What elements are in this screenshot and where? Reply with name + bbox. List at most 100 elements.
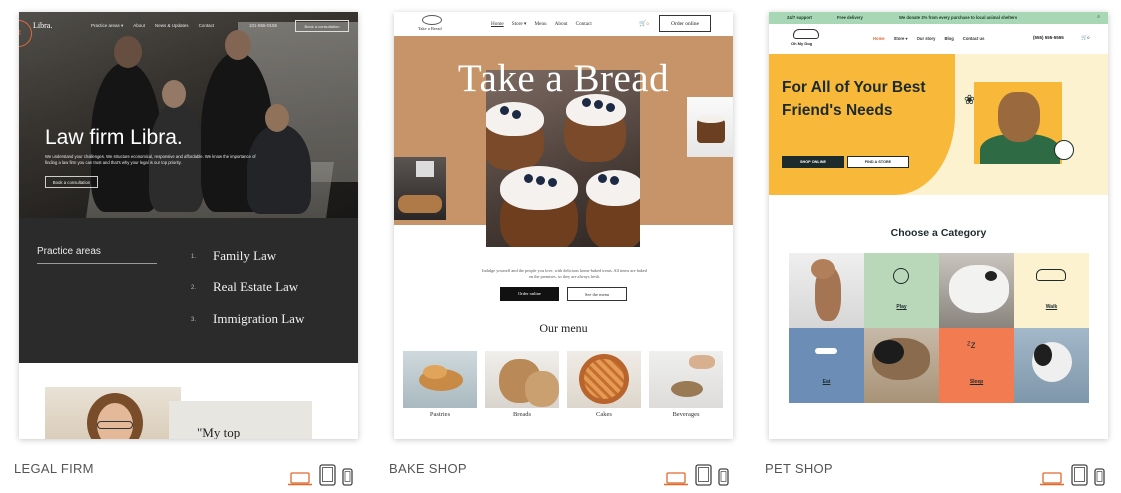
pet-nav-blog: Blog	[944, 36, 954, 41]
legal-hero-cta: Book a consultation	[45, 176, 98, 188]
bake-nav-menu-link: Menu	[534, 21, 547, 27]
legal-practice-section: Practice areas 1. Family Law 2. Real Estat…	[19, 218, 358, 363]
mobile-icon[interactable]	[718, 468, 729, 486]
legal-nav-about: About	[133, 23, 146, 28]
bake-nav-menu: Home Store ▾ Menu About Contact	[491, 21, 592, 27]
template-caption-bake: BAKE SHOP	[389, 461, 467, 476]
pet-category-tile-dog-beach	[864, 328, 939, 403]
bake-product-label: Beverages	[672, 411, 700, 418]
bake-product-label: Pastries	[429, 411, 451, 418]
cart-icon: 🛒0	[639, 21, 649, 27]
bake-nav-about: About	[554, 21, 568, 27]
legal-hero-title: Law firm Libra.	[45, 126, 183, 149]
legal-hero-text: We understand your challenges. We struct…	[45, 154, 256, 165]
legal-logo: Libra.	[33, 21, 53, 30]
legal-testimonial-photo	[45, 387, 181, 439]
device-switcher-bake	[663, 460, 729, 486]
pet-topbar-delivery: Free delivery	[837, 15, 863, 20]
bake-order-button: Order online	[659, 15, 711, 32]
pet-category-tile-play: Play	[864, 253, 939, 328]
bake-side-photo-cake	[687, 97, 733, 157]
tablet-icon[interactable]	[319, 464, 336, 486]
tablet-icon[interactable]	[1071, 464, 1088, 486]
bone-icon	[815, 348, 837, 354]
legal-nav-contact: Contact	[198, 23, 215, 28]
pet-find-store-button: FIND A STORE	[847, 156, 909, 168]
bake-product-photo-cakes	[567, 351, 641, 408]
bake-navbar: Take a Bread Home Store ▾ Menu About Con…	[394, 12, 733, 36]
pet-category-tile-eat: Eat	[789, 328, 864, 403]
pet-badge-icon	[1054, 140, 1074, 160]
device-switcher-legal	[287, 460, 353, 486]
legal-nav-menu: Practice areas ▾ About News & Updates Co…	[91, 23, 214, 29]
pet-category-title: Choose a Category	[890, 227, 987, 239]
legal-book-button: Book a consultation	[295, 20, 349, 32]
desktop-icon[interactable]	[1039, 472, 1065, 486]
ball-icon	[893, 268, 909, 284]
pet-logo: Oh My Dog	[791, 41, 813, 46]
list-item: 3. Immigration Law	[191, 311, 305, 326]
template-card-pet-shop[interactable]: 24/7 support Free delivery We donate 3% …	[769, 12, 1108, 439]
bake-nav-store: Store ▾	[511, 21, 527, 27]
list-item: 2. Real Estate Law	[191, 279, 299, 294]
pet-hero-dog-photo	[974, 82, 1062, 164]
bake-intro-text: Indulge yourself and the people you love…	[482, 268, 647, 279]
template-caption-pet: PET SHOP	[765, 461, 833, 476]
bake-menu-title: Our menu	[539, 321, 588, 335]
bake-product-photo-breads	[485, 351, 559, 408]
pet-category-label: Sleep	[969, 379, 984, 385]
legal-quote-box: "My top	[169, 401, 312, 439]
mobile-icon[interactable]	[1094, 468, 1105, 486]
legal-nav-news: News & Updates	[155, 23, 189, 28]
legal-phone: 101-555-0155	[249, 23, 278, 28]
dog-icon	[1036, 269, 1066, 281]
legal-practice-heading: Practice areas	[37, 246, 101, 257]
legal-testimonial-section: "My top	[19, 363, 358, 439]
search-icon: ⌕	[1097, 14, 1100, 20]
pet-nav-menu: Home Store ▾ Our story Blog Contact us	[873, 36, 984, 41]
bake-product-label: Breads	[512, 411, 532, 418]
sleep-icon: ᶻz	[967, 340, 976, 351]
device-switcher-pet	[1039, 460, 1105, 486]
pet-category-tile-cat	[789, 253, 864, 328]
divider	[37, 263, 157, 264]
pet-phone: (555) 555-5555	[1033, 35, 1064, 40]
template-card-bake-shop[interactable]: Take a Bread Home Store ▾ Menu About Con…	[394, 12, 733, 439]
pet-topbar-support: 24/7 support	[787, 15, 812, 20]
bake-nav-home: Home	[491, 21, 504, 27]
bake-product-photo-pastries	[403, 351, 477, 408]
pet-nav-story: Our story	[916, 36, 936, 41]
tablet-icon[interactable]	[695, 464, 712, 486]
pet-category-label: Play	[896, 304, 907, 310]
pet-nav-store: Store ▾	[893, 36, 908, 41]
bake-logo-icon	[422, 15, 442, 25]
desktop-icon[interactable]	[287, 472, 313, 486]
bake-logo: Take a Bread	[418, 26, 442, 31]
pet-topbar: 24/7 support Free delivery We donate 3% …	[769, 12, 1108, 24]
pet-category-tile-sleep: ᶻz Sleep	[939, 328, 1014, 403]
bake-product-label: Cakes	[596, 411, 612, 418]
legal-nav-practice: Practice areas ▾	[91, 23, 124, 28]
bake-hero-title: Take a Bread	[457, 57, 670, 100]
bake-nav-contact: Contact	[575, 21, 592, 27]
list-item: 1. Family Law	[191, 248, 277, 263]
pet-category-label: Walk	[1045, 304, 1058, 310]
template-card-legal-firm[interactable]: × Libra. Practice areas ▾ About News & U…	[19, 12, 358, 439]
bake-order-online-button: Order online	[500, 287, 559, 301]
pet-shop-online-button: SHOP ONLINE	[782, 156, 844, 168]
pet-topbar-donate: We donate 3% from every purchase to loca…	[899, 15, 1018, 20]
pet-nav-contact: Contact us	[962, 36, 985, 41]
pet-category-tile-dog-sleeping	[939, 253, 1014, 328]
bake-product-photo-beverages	[649, 351, 723, 408]
pet-category-label: Eat	[822, 379, 831, 385]
mobile-icon[interactable]	[342, 468, 353, 486]
cart-icon: 🛒0	[1081, 35, 1090, 41]
legal-navbar: Libra. Practice areas ▾ About News & Upd…	[19, 19, 358, 33]
legal-quote-text: "My top	[197, 425, 241, 439]
desktop-icon[interactable]	[663, 472, 689, 486]
template-caption-legal: LEGAL FIRM	[14, 461, 94, 476]
pet-category-tile-walk: Walk	[1014, 253, 1089, 328]
pet-nav-home: Home	[873, 36, 885, 41]
pet-hero-title: For All of Your Best Friend's Needs	[782, 79, 926, 119]
bake-see-menu-button: See the menu	[567, 287, 627, 301]
